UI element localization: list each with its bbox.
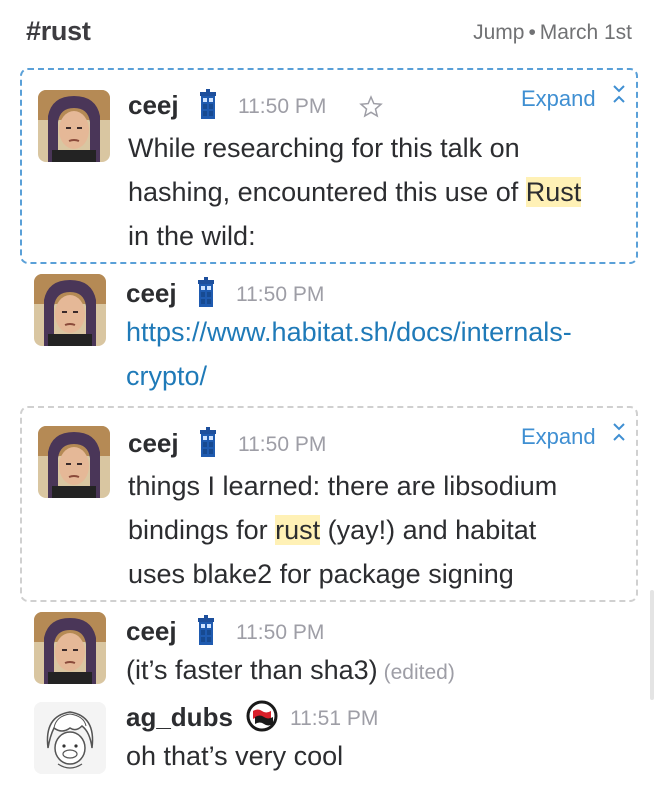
message-line: things I learned: there are libsodium — [128, 471, 558, 501]
avatar[interactable] — [34, 702, 106, 774]
message-item[interactable]: ceej 11:50 PM Expand While researching f… — [20, 68, 638, 264]
avatar[interactable] — [38, 426, 110, 498]
jump-to-date[interactable]: Jump • March 1st — [473, 21, 632, 45]
date-label: March 1st — [539, 21, 632, 44]
timestamp[interactable]: 11:50 PM — [236, 283, 324, 307]
tardis-icon — [198, 615, 214, 645]
jump-link[interactable]: Jump — [473, 21, 524, 44]
message-line: uses blake2 for package signing — [128, 559, 514, 589]
scrollbar[interactable] — [650, 590, 654, 700]
message-text: While researching for this talk on hashi… — [128, 126, 582, 258]
timestamp[interactable]: 11:50 PM — [238, 95, 326, 119]
link-line[interactable]: https://www.habitat.sh/docs/internals- — [126, 310, 572, 354]
search-highlight: rust — [275, 515, 321, 545]
message-text: things I learned: there are libsodium bi… — [128, 464, 557, 596]
avatar[interactable] — [34, 274, 106, 346]
timestamp[interactable]: 11:51 PM — [290, 707, 378, 731]
tardis-icon — [200, 89, 216, 119]
chevron-updown-icon[interactable] — [612, 82, 626, 106]
separator-dot: • — [528, 21, 536, 44]
message-item[interactable]: ceej 11:50 PM (it’s faster than sha3) (ed… — [0, 608, 654, 698]
text-span: bindings for — [128, 515, 276, 545]
author-name[interactable]: ceej — [128, 90, 179, 121]
text-span: (yay!) and habitat — [320, 515, 537, 545]
message-text: (it’s faster than sha3) (edited) — [126, 648, 455, 695]
edited-label: (edited) — [383, 661, 455, 684]
author-name[interactable]: ceej — [126, 616, 177, 647]
antifa-flag-icon — [246, 700, 278, 732]
chevron-updown-icon[interactable] — [612, 420, 626, 444]
author-name[interactable]: ceej — [128, 428, 179, 459]
message-item[interactable]: ag_dubs 11:51 PM oh that’s very cool — [0, 694, 654, 794]
message-line: in the wild: — [128, 221, 256, 251]
avatar[interactable] — [34, 612, 106, 684]
star-icon[interactable] — [359, 95, 383, 119]
search-highlight: Rust — [525, 177, 582, 207]
avatar[interactable] — [38, 90, 110, 162]
timestamp[interactable]: 11:50 PM — [238, 433, 326, 457]
channel-header: #rust Jump • March 1st — [0, 0, 654, 66]
message-line: While researching for this talk on — [128, 133, 520, 163]
timestamp[interactable]: 11:50 PM — [236, 621, 324, 645]
tardis-icon — [200, 427, 216, 457]
expand-button[interactable]: Expand — [521, 424, 596, 450]
message-item[interactable]: ceej 11:50 PM Expand things I learned: t… — [20, 406, 638, 602]
text-span: hashing, encountered this use of — [128, 177, 526, 207]
message-item[interactable]: ceej 11:50 PM https://www.habitat.sh/doc… — [0, 270, 654, 400]
message-line: hashing, encountered this use of Rust — [128, 170, 582, 214]
message-link[interactable]: https://www.habitat.sh/docs/internals- c… — [126, 310, 572, 398]
channel-name[interactable]: #rust — [26, 16, 91, 47]
message-line: bindings for rust (yay!) and habitat — [128, 508, 557, 552]
author-name[interactable]: ceej — [126, 278, 177, 309]
message-text: oh that’s very cool — [126, 741, 344, 771]
author-name[interactable]: ag_dubs — [126, 702, 233, 733]
tardis-icon — [198, 277, 214, 307]
text-span: (it’s faster than sha3) — [126, 655, 378, 685]
expand-button[interactable]: Expand — [521, 86, 596, 112]
link-line[interactable]: crypto/ — [126, 354, 572, 398]
